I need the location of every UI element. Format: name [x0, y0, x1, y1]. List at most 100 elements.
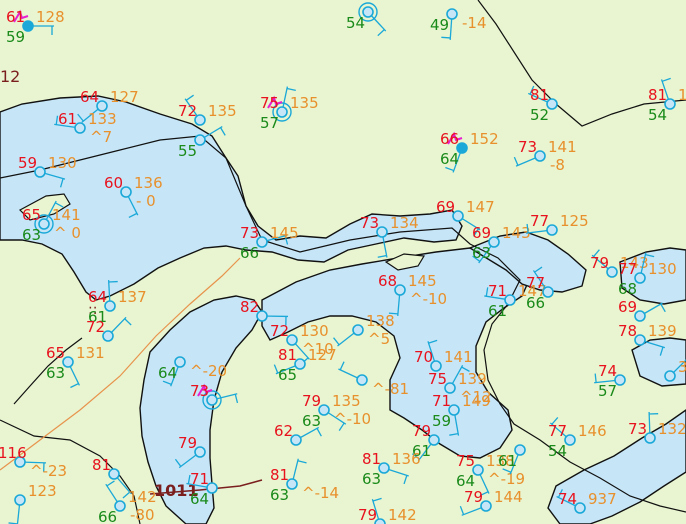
- dewpoint-label: 63: [270, 486, 289, 504]
- dewpoint-label: 66: [526, 294, 545, 312]
- temperature-label: 79: [178, 434, 197, 452]
- temperature-label: 72: [178, 102, 197, 120]
- pressure-change-label: -80: [130, 506, 155, 524]
- pressure-label: 142: [128, 488, 157, 506]
- dewpoint-label: 66: [240, 244, 259, 262]
- temperature-label: 69: [436, 198, 455, 216]
- temperature-label: 79: [412, 422, 431, 440]
- temperature-label: 72: [86, 318, 105, 336]
- temperature-label: 64: [88, 288, 107, 306]
- dewpoint-label: 61: [488, 302, 507, 320]
- sky-cover-icon: [356, 374, 368, 386]
- temperature-label: 77: [618, 260, 637, 278]
- pressure-label: 125: [560, 212, 589, 230]
- pressure-change-label: ^-14: [302, 484, 339, 502]
- dewpoint-label: 63: [46, 364, 65, 382]
- temperature-label: 75: [456, 452, 475, 470]
- temperature-label: 79: [302, 392, 321, 410]
- temperature-label: 65: [46, 344, 65, 362]
- pressure-label: 134: [390, 214, 419, 232]
- dewpoint-label: 54: [346, 14, 365, 32]
- dewpoint-label: 52: [530, 106, 549, 124]
- temperature-label: 62: [274, 422, 293, 440]
- temperature-label: 59: [18, 154, 37, 172]
- region-12-label: 12: [0, 67, 20, 86]
- pressure-label: 123: [28, 482, 57, 500]
- dewpoint-label: 61: [498, 452, 517, 470]
- temperature-label: 73: [240, 224, 259, 242]
- sky-cover-icon: [664, 370, 676, 382]
- dewpoint-label: 49: [430, 16, 449, 34]
- temperature-label: 71: [190, 470, 209, 488]
- pressure-label: 135: [332, 392, 361, 410]
- dewpoint-label: 65: [278, 366, 297, 384]
- pressure-label: 146: [578, 422, 607, 440]
- pressure-change-label: -14: [462, 14, 487, 32]
- pressure-label: 135: [290, 94, 319, 112]
- pressure-label: 149: [462, 392, 491, 410]
- pressure-label: 145: [408, 272, 437, 290]
- pressure-label: 137: [118, 288, 147, 306]
- pressure-label: 13: [678, 86, 686, 104]
- pressure-label: 136: [134, 174, 163, 192]
- surface-weather-map: 1011 12 :: 61 59 128 54 49 -14 64 127 61 133 ^7 72 1…: [0, 0, 686, 524]
- pressure-label: 937: [588, 490, 617, 508]
- dewpoint-label: 55: [178, 142, 197, 160]
- temperature-label: 65: [22, 206, 41, 224]
- temperature-label: 73: [518, 138, 537, 156]
- temperature-label: 61: [6, 8, 25, 26]
- pressure-label: 147: [466, 198, 495, 216]
- pressure-change-label: ^ 0: [54, 224, 81, 242]
- temperature-label: 79: [358, 506, 377, 524]
- dewpoint-label: 57: [598, 382, 617, 400]
- dewpoint-label: 66: [98, 508, 117, 524]
- dewpoint-label: 54: [648, 106, 667, 124]
- temperature-label: 61: [58, 110, 77, 128]
- temperature-label: 73: [360, 214, 379, 232]
- pressure-change-label: -8: [550, 156, 565, 174]
- temperature-label: 73: [628, 420, 647, 438]
- temperature-label: 77: [548, 422, 567, 440]
- dewpoint-label: 63: [472, 244, 491, 262]
- pressure-label: 141: [444, 348, 473, 366]
- temperature-label: 78: [618, 322, 637, 340]
- map-canvas: 1011 12 :: 6159128 54 49 -1464 12761 133^772 1…: [0, 0, 686, 524]
- temperature-label: 72: [270, 322, 289, 340]
- pressure-label: 130: [648, 260, 677, 278]
- dewpoint-label: 64: [440, 150, 459, 168]
- sky-cover-icon: [14, 494, 26, 506]
- temperature-label: 71: [432, 392, 451, 410]
- temperature-label: 81: [362, 450, 381, 468]
- pressure-label: 131: [76, 344, 105, 362]
- dewpoint-label: 59: [6, 28, 25, 46]
- temperature-label: 81: [270, 466, 289, 484]
- pressure-label: 139: [648, 322, 677, 340]
- dewpoint-label: 68: [618, 280, 637, 298]
- pressure-label: 144: [494, 488, 523, 506]
- pressure-change-label: ^-81: [372, 380, 409, 398]
- temperature-label: 66: [440, 130, 459, 148]
- pressure-label: 145: [270, 224, 299, 242]
- temperature-label: 81: [92, 456, 111, 474]
- pressure-label: 136: [392, 450, 421, 468]
- pressure-label: 34: [678, 358, 686, 376]
- temperature-label: 81: [278, 346, 297, 364]
- pressure-change-label: ^7: [90, 128, 112, 146]
- temperature-label: 60: [104, 174, 123, 192]
- pressure-label: 135: [208, 102, 237, 120]
- pressure-label: 142: [388, 506, 417, 524]
- pressure-label: 128: [36, 8, 65, 26]
- temperature-label: 69: [472, 224, 491, 242]
- dewpoint-label: 59: [432, 412, 451, 430]
- pressure-label: 130: [300, 322, 329, 340]
- pressure-label: 130: [48, 154, 77, 172]
- pressure-change-label: ^-19: [488, 470, 525, 488]
- temperature-label: 74: [558, 490, 577, 508]
- dewpoint-label: 63: [362, 470, 381, 488]
- pressure-label: 127: [110, 88, 139, 106]
- pressure-label: 127: [308, 346, 337, 364]
- pressure-change-label: ^-23: [30, 462, 67, 480]
- temperature-label: 69: [618, 298, 637, 316]
- pressure-label: 141: [548, 138, 577, 156]
- pressure-label: 139: [458, 370, 487, 388]
